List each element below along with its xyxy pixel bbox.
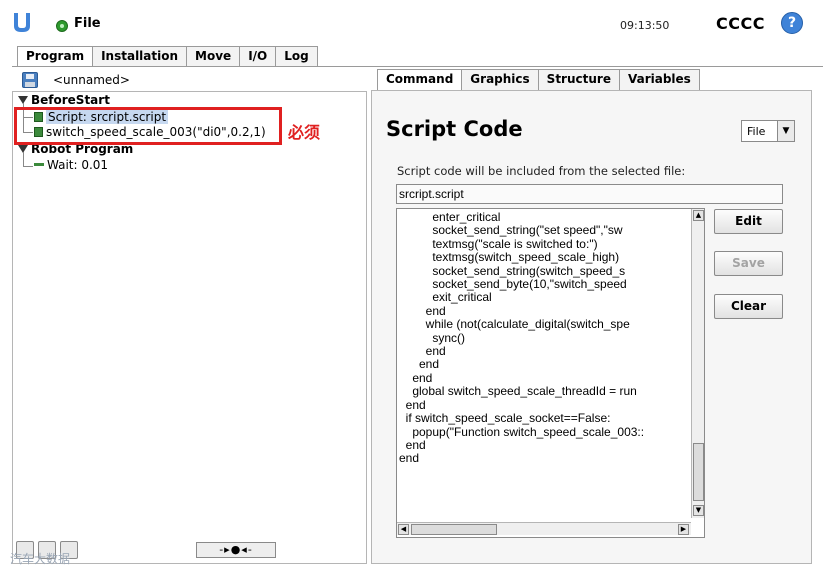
command-tab-bar: Command Graphics Structure Variables	[377, 69, 700, 90]
tree-node-before-start[interactable]: BeforeStart	[18, 93, 110, 107]
page-title: Script Code	[386, 117, 523, 141]
code-lines: enter_critical socket_send_string("set s…	[399, 211, 691, 466]
file-menu-label[interactable]: File	[74, 16, 101, 31]
tab-log[interactable]: Log	[275, 46, 318, 66]
save-program-icon[interactable]	[22, 72, 38, 88]
clock: 09:13:50	[620, 19, 670, 32]
code-line: global switch_speed_scale_threadId = run	[399, 385, 637, 399]
scroll-down-icon[interactable]: ▼	[693, 505, 704, 516]
code-line: end	[399, 304, 446, 318]
scroll-thumb[interactable]	[693, 443, 704, 501]
code-line: exit_critical	[399, 291, 492, 305]
program-step-control[interactable]: -▸●◂-	[196, 542, 276, 558]
top-bar: File 09:13:50 CCCC ?	[0, 0, 823, 44]
robot-name: CCCC	[716, 14, 765, 33]
file-source-select[interactable]: File ▼	[741, 120, 795, 142]
tab-structure[interactable]: Structure	[537, 69, 620, 90]
chevron-down-icon[interactable]: ▼	[777, 121, 794, 141]
vertical-scrollbar[interactable]: ▲ ▼	[691, 209, 704, 518]
highlight-box	[14, 107, 282, 145]
tab-installation[interactable]: Installation	[92, 46, 188, 66]
tab-io[interactable]: I/O	[239, 46, 277, 66]
script-code-view[interactable]: enter_critical socket_send_string("set s…	[396, 208, 705, 538]
tree-node-label: BeforeStart	[31, 93, 110, 107]
code-line: end	[399, 371, 433, 385]
watermark: 汽车大数据	[10, 552, 71, 566]
code-line: socket_send_byte(10,"switch_speed	[399, 278, 627, 292]
tree-node-wait[interactable]: Wait: 0.01	[34, 158, 108, 172]
ur-logo-icon[interactable]	[12, 12, 32, 34]
code-line: end	[399, 345, 446, 359]
code-line: sync()	[399, 331, 466, 345]
tree-connector	[23, 166, 33, 167]
save-button[interactable]: Save	[714, 251, 783, 276]
tab-program[interactable]: Program	[17, 46, 94, 67]
help-icon[interactable]: ?	[781, 12, 803, 34]
code-line: enter_critical	[399, 211, 501, 224]
tab-move[interactable]: Move	[186, 46, 241, 66]
code-line: textmsg(switch_speed_scale_high)	[399, 251, 620, 265]
scroll-left-icon[interactable]: ◀	[398, 524, 409, 535]
horizontal-scrollbar[interactable]: ◀ ▶	[397, 522, 691, 535]
code-line: textmsg("scale is switched to:")	[399, 237, 598, 251]
main-tab-bar: Program Installation Move I/O Log	[17, 46, 318, 67]
edit-button[interactable]: Edit	[714, 209, 783, 234]
wait-icon	[34, 163, 44, 166]
script-path-field[interactable]: srcript.script	[396, 184, 783, 204]
robot-status-icon	[56, 20, 68, 32]
scroll-up-icon[interactable]: ▲	[693, 210, 704, 221]
tab-graphics[interactable]: Graphics	[461, 69, 539, 90]
tab-divider	[12, 66, 823, 67]
tree-node-label: Wait: 0.01	[47, 158, 109, 172]
annotation-label: 必须	[288, 123, 321, 142]
code-line: end	[399, 452, 420, 466]
code-line: popup("Function switch_speed_scale_003::	[399, 425, 645, 439]
code-line: end	[399, 358, 440, 372]
code-line: socket_send_string("set speed","sw	[399, 224, 623, 238]
tab-command[interactable]: Command	[377, 69, 463, 90]
scroll-thumb[interactable]	[411, 524, 497, 535]
tree-connector	[23, 152, 24, 166]
file-source-value: File	[747, 125, 766, 138]
clear-button[interactable]: Clear	[714, 294, 783, 319]
code-line: socket_send_string(switch_speed_s	[399, 264, 626, 278]
code-line: end	[399, 398, 426, 412]
program-file-name: <unnamed>	[53, 73, 130, 87]
tab-variables[interactable]: Variables	[618, 69, 700, 90]
script-description: Script code will be included from the se…	[397, 164, 686, 178]
code-line: while (not(calculate_digital(switch_spe	[399, 318, 630, 332]
scroll-right-icon[interactable]: ▶	[678, 524, 689, 535]
code-line: end	[399, 438, 426, 452]
code-line: if switch_speed_scale_socket==False:	[399, 412, 611, 426]
